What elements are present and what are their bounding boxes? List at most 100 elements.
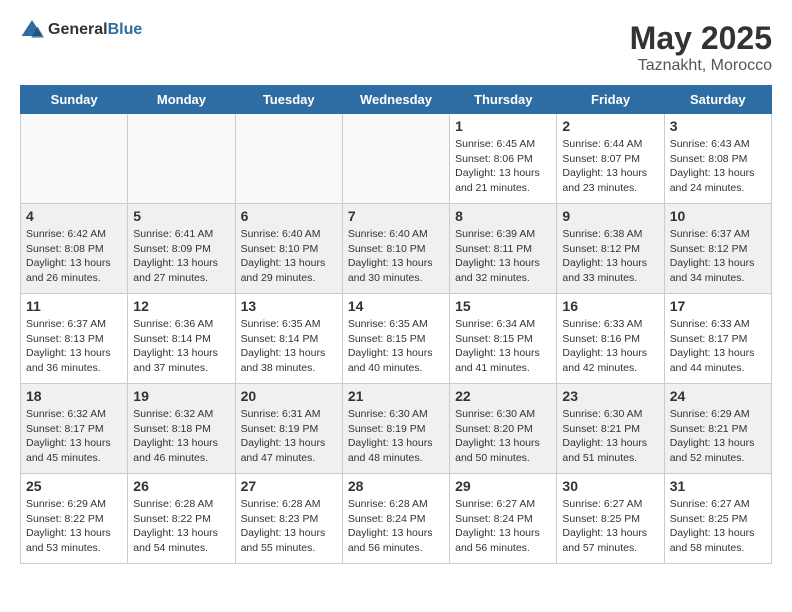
day-content: Sunrise: 6:27 AMSunset: 8:25 PMDaylight:… [670,497,766,556]
calendar-cell-29: 29 Sunrise: 6:27 AMSunset: 8:24 PMDayligh… [450,474,557,564]
day-content: Sunrise: 6:30 AMSunset: 8:21 PMDaylight:… [562,407,658,466]
calendar-week-1: 1Sunrise: 6:45 AMSunset: 8:06 PMDaylight… [21,114,772,204]
day-number: 25 [26,478,122,494]
calendar-cell-27: 27 Sunrise: 6:28 AMSunset: 8:23 PMDayligh… [235,474,342,564]
calendar-cell-5: 5 Sunrise: 6:41 AMSunset: 8:09 PMDaylight… [128,204,235,294]
day-number: 15 [455,298,551,314]
logo-general: General [48,21,108,38]
calendar-body: 1Sunrise: 6:45 AMSunset: 8:06 PMDaylight… [21,114,772,564]
day-content: Sunrise: 6:38 AMSunset: 8:12 PMDaylight:… [562,227,658,286]
title-area: May 2025 Taznakht, Morocco [630,20,772,75]
logo-icon [20,20,44,40]
logo-blue: Blue [108,21,143,38]
day-content: Sunrise: 6:43 AMSunset: 8:08 PMDaylight:… [670,137,766,196]
day-number: 29 [455,478,551,494]
calendar-cell-6: 6 Sunrise: 6:40 AMSunset: 8:10 PMDaylight… [235,204,342,294]
page-header: GeneralBlue May 2025 Taznakht, Morocco [20,20,772,75]
calendar-cell-12: 12 Sunrise: 6:36 AMSunset: 8:14 PMDayligh… [128,294,235,384]
day-content: Sunrise: 6:32 AMSunset: 8:18 PMDaylight:… [133,407,229,466]
day-content: Sunrise: 6:36 AMSunset: 8:14 PMDaylight:… [133,317,229,376]
day-content: Sunrise: 6:35 AMSunset: 8:15 PMDaylight:… [348,317,444,376]
subtitle: Taznakht, Morocco [630,57,772,75]
calendar-cell-25: 25Sunrise: 6:29 AMSunset: 8:22 PMDayligh… [21,474,128,564]
calendar-cell-empty [128,114,235,204]
day-number: 31 [670,478,766,494]
calendar-cell-empty [21,114,128,204]
calendar-week-3: 11Sunrise: 6:37 AMSunset: 8:13 PMDayligh… [21,294,772,384]
day-content: Sunrise: 6:45 AMSunset: 8:06 PMDaylight:… [455,137,551,196]
day-number: 23 [562,388,658,404]
calendar-cell-18: 18Sunrise: 6:32 AMSunset: 8:17 PMDayligh… [21,384,128,474]
day-header-thursday: Thursday [450,86,557,114]
day-content: Sunrise: 6:41 AMSunset: 8:09 PMDaylight:… [133,227,229,286]
calendar-cell-17: 17Sunrise: 6:33 AMSunset: 8:17 PMDayligh… [664,294,771,384]
day-number: 7 [348,208,444,224]
day-content: Sunrise: 6:28 AMSunset: 8:24 PMDaylight:… [348,497,444,556]
logo: GeneralBlue [20,20,142,40]
calendar-cell-24: 24 Sunrise: 6:29 AMSunset: 8:21 PMDayligh… [664,384,771,474]
calendar-cell-3: 3 Sunrise: 6:43 AMSunset: 8:08 PMDaylight… [664,114,771,204]
day-number: 16 [562,298,658,314]
calendar-cell-7: 7 Sunrise: 6:40 AMSunset: 8:10 PMDaylight… [342,204,449,294]
day-content: Sunrise: 6:28 AMSunset: 8:23 PMDaylight:… [241,497,337,556]
day-header-wednesday: Wednesday [342,86,449,114]
day-number: 6 [241,208,337,224]
calendar-table: SundayMondayTuesdayWednesdayThursdayFrid… [20,85,772,564]
calendar-cell-21: 21 Sunrise: 6:30 AMSunset: 8:19 PMDayligh… [342,384,449,474]
day-number: 26 [133,478,229,494]
day-content: Sunrise: 6:44 AMSunset: 8:07 PMDaylight:… [562,137,658,196]
calendar-cell-22: 22Sunrise: 6:30 AMSunset: 8:20 PMDayligh… [450,384,557,474]
day-content: Sunrise: 6:29 AMSunset: 8:21 PMDaylight:… [670,407,766,466]
day-header-monday: Monday [128,86,235,114]
day-number: 24 [670,388,766,404]
day-number: 10 [670,208,766,224]
day-number: 27 [241,478,337,494]
day-number: 5 [133,208,229,224]
day-content: Sunrise: 6:27 AMSunset: 8:25 PMDaylight:… [562,497,658,556]
day-number: 11 [26,298,122,314]
calendar-cell-31: 31 Sunrise: 6:27 AMSunset: 8:25 PMDayligh… [664,474,771,564]
day-content: Sunrise: 6:28 AMSunset: 8:22 PMDaylight:… [133,497,229,556]
day-number: 28 [348,478,444,494]
day-number: 8 [455,208,551,224]
day-content: Sunrise: 6:32 AMSunset: 8:17 PMDaylight:… [26,407,122,466]
day-content: Sunrise: 6:40 AMSunset: 8:10 PMDaylight:… [348,227,444,286]
calendar-cell-9: 9 Sunrise: 6:38 AMSunset: 8:12 PMDaylight… [557,204,664,294]
day-content: Sunrise: 6:42 AMSunset: 8:08 PMDaylight:… [26,227,122,286]
main-title: May 2025 [630,20,772,57]
calendar-cell-16: 16 Sunrise: 6:33 AMSunset: 8:16 PMDayligh… [557,294,664,384]
day-header-sunday: Sunday [21,86,128,114]
calendar-cell-4: 4Sunrise: 6:42 AMSunset: 8:08 PMDaylight… [21,204,128,294]
day-content: Sunrise: 6:40 AMSunset: 8:10 PMDaylight:… [241,227,337,286]
day-content: Sunrise: 6:27 AMSunset: 8:24 PMDaylight:… [455,497,551,556]
day-header-tuesday: Tuesday [235,86,342,114]
calendar-cell-1: 1Sunrise: 6:45 AMSunset: 8:06 PMDaylight… [450,114,557,204]
day-number: 3 [670,118,766,134]
calendar-cell-28: 28 Sunrise: 6:28 AMSunset: 8:24 PMDayligh… [342,474,449,564]
calendar-cell-20: 20Sunrise: 6:31 AMSunset: 8:19 PMDayligh… [235,384,342,474]
day-number: 19 [133,388,229,404]
day-header-friday: Friday [557,86,664,114]
calendar-cell-empty [342,114,449,204]
calendar-cell-10: 10 Sunrise: 6:37 AMSunset: 8:12 PMDayligh… [664,204,771,294]
calendar-week-4: 18Sunrise: 6:32 AMSunset: 8:17 PMDayligh… [21,384,772,474]
calendar-header-row: SundayMondayTuesdayWednesdayThursdayFrid… [21,86,772,114]
day-number: 30 [562,478,658,494]
day-header-saturday: Saturday [664,86,771,114]
day-content: Sunrise: 6:31 AMSunset: 8:19 PMDaylight:… [241,407,337,466]
day-number: 21 [348,388,444,404]
calendar-cell-8: 8 Sunrise: 6:39 AMSunset: 8:11 PMDaylight… [450,204,557,294]
day-content: Sunrise: 6:30 AMSunset: 8:19 PMDaylight:… [348,407,444,466]
calendar-cell-empty [235,114,342,204]
calendar-week-2: 4Sunrise: 6:42 AMSunset: 8:08 PMDaylight… [21,204,772,294]
calendar-cell-26: 26 Sunrise: 6:28 AMSunset: 8:22 PMDayligh… [128,474,235,564]
day-content: Sunrise: 6:30 AMSunset: 8:20 PMDaylight:… [455,407,551,466]
day-content: Sunrise: 6:37 AMSunset: 8:12 PMDaylight:… [670,227,766,286]
day-number: 9 [562,208,658,224]
day-number: 12 [133,298,229,314]
day-content: Sunrise: 6:39 AMSunset: 8:11 PMDaylight:… [455,227,551,286]
day-content: Sunrise: 6:33 AMSunset: 8:16 PMDaylight:… [562,317,658,376]
day-content: Sunrise: 6:33 AMSunset: 8:17 PMDaylight:… [670,317,766,376]
calendar-cell-14: 14Sunrise: 6:35 AMSunset: 8:15 PMDayligh… [342,294,449,384]
day-number: 2 [562,118,658,134]
